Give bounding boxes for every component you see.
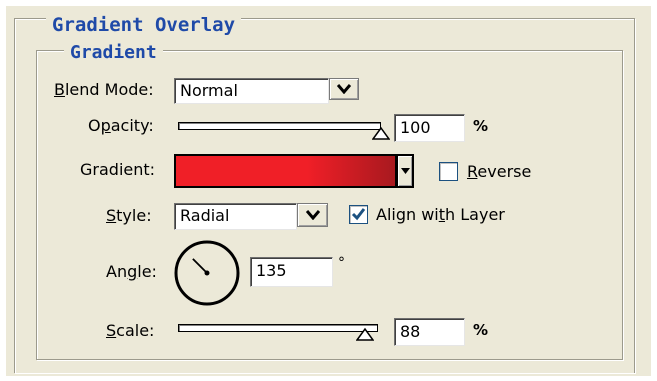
gradient-label: Gradient: (80, 160, 156, 179)
checkmark-icon (351, 208, 366, 221)
scale-input[interactable]: 88 (394, 318, 465, 346)
blend-mode-select[interactable]: Normal (174, 78, 329, 104)
opacity-unit: % (473, 117, 489, 135)
scale-unit: % (473, 321, 489, 339)
blend-mode-dropdown-button[interactable] (329, 78, 359, 100)
caret-down-icon (400, 168, 410, 174)
angle-unit: ° (338, 255, 345, 271)
style-value: Radial (180, 206, 230, 225)
reverse-label: Reverse (467, 162, 532, 181)
angle-input[interactable]: 135 (250, 257, 333, 287)
opacity-label: Opacity: (88, 116, 154, 135)
scale-value: 88 (400, 322, 421, 341)
section-title: Gradient Overlay (46, 16, 242, 35)
chevron-down-icon (305, 210, 320, 220)
group-title: Gradient (64, 44, 163, 62)
opacity-slider[interactable] (178, 122, 381, 130)
opacity-input[interactable]: 100 (394, 114, 465, 142)
align-with-layer-checkbox[interactable] (349, 205, 368, 224)
angle-value: 135 (256, 261, 287, 280)
scale-slider-handle[interactable] (356, 327, 375, 341)
style-dropdown-button[interactable] (297, 203, 328, 227)
align-with-layer-label: Align with Layer (376, 205, 505, 224)
opacity-value: 100 (400, 118, 431, 137)
style-label: Style: (106, 206, 152, 225)
scale-label: Scale: (106, 321, 155, 340)
reverse-checkbox[interactable] (439, 162, 458, 181)
angle-label: Angle: (106, 262, 157, 281)
chevron-down-icon (337, 84, 351, 94)
blend-mode-label: Blend Mode: (54, 80, 154, 99)
blend-mode-value: Normal (180, 81, 238, 100)
style-select[interactable]: Radial (174, 203, 297, 230)
opacity-slider-handle[interactable] (372, 126, 390, 140)
angle-dial[interactable] (172, 238, 242, 308)
scale-slider[interactable] (178, 324, 378, 332)
gradient-picker-button[interactable] (397, 154, 414, 188)
gradient-swatch[interactable] (174, 154, 397, 188)
